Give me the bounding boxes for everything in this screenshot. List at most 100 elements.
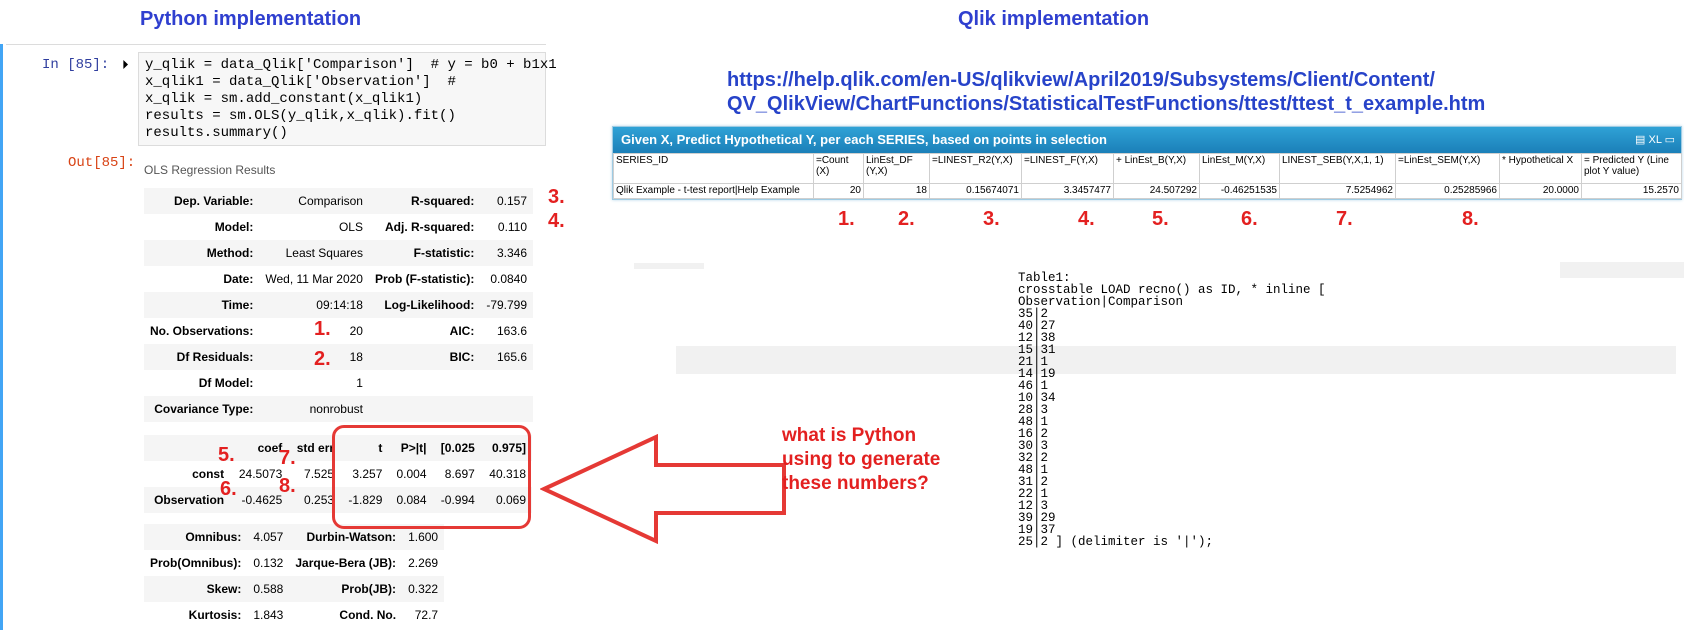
- qlik-cell[interactable]: 24.507292: [1113, 183, 1200, 199]
- qlik-column-header[interactable]: * Hypothetical X: [1499, 153, 1582, 184]
- summary-label: F-statistic:: [413, 246, 475, 260]
- script-line: 31|2: [1018, 475, 1049, 489]
- script-line: 12|3: [1018, 499, 1049, 513]
- diagnostics-label: Prob(Omnibus):: [150, 556, 242, 570]
- diagnostics-value: 0.132: [253, 556, 284, 570]
- qlik-column-header[interactable]: + LinEst_B(Y,X): [1113, 153, 1200, 184]
- script-line: 15|31: [1018, 343, 1056, 357]
- diagnostics-label: Skew:: [206, 582, 242, 596]
- annotation-1: 1.: [314, 318, 331, 340]
- code-line: results = sm.OLS(y_qlik,x_qlik).fit(): [145, 108, 456, 124]
- qlik-number-1: 1.: [838, 208, 855, 230]
- qlik-cell[interactable]: Qlik Example - t-test report|Help Exampl…: [613, 183, 814, 199]
- diagnostics-value: 2.269: [408, 556, 439, 570]
- summary-row: Model: OLS Adj. R-squared: 0.110: [144, 214, 533, 240]
- help-link[interactable]: https://help.qlik.com/en-US/qlikview/Apr…: [727, 68, 1485, 116]
- diagnostics-label: Omnibus:: [185, 530, 242, 544]
- qlik-number-6: 6.: [1241, 208, 1258, 230]
- qlik-column-header[interactable]: = Predicted Y (Line plot Y value): [1581, 153, 1682, 184]
- qlik-cell[interactable]: 0.15674071: [929, 183, 1022, 199]
- qlik-column-header[interactable]: LinEst_M(Y,X): [1199, 153, 1280, 184]
- summary-value: Least Squares: [285, 246, 363, 260]
- xl-export-button[interactable]: XL: [1648, 134, 1661, 146]
- qlik-cell[interactable]: 20: [813, 183, 864, 199]
- diagnostics-label: Kurtosis:: [188, 608, 242, 622]
- qlik-cell[interactable]: 18: [863, 183, 930, 199]
- print-icon[interactable]: ▤: [1635, 134, 1645, 146]
- qlik-data-row: Qlik Example - t-test report|Help Exampl…: [613, 183, 1682, 199]
- qlik-cell[interactable]: 3.3457477: [1021, 183, 1114, 199]
- help-link-line-1[interactable]: https://help.qlik.com/en-US/qlikview/Apr…: [727, 68, 1485, 92]
- python-heading: Python implementation: [140, 8, 362, 30]
- summary-value: Wed, 11 Mar 2020: [265, 272, 363, 286]
- qlik-column-header[interactable]: =LINEST_R2(Y,X): [929, 153, 1022, 184]
- summary-value: [480, 396, 533, 422]
- summary-row: Dep. Variable: Comparison R-squared: 0.157: [144, 188, 534, 214]
- load-script: Table1: crosstable LOAD recno() as ID, * …: [1018, 272, 1326, 549]
- diagnostics-label: Cond. No.: [339, 608, 397, 622]
- script-line: 25|2 ] (delimiter is '|');: [1018, 535, 1214, 549]
- code-line: x_qlik1 = data_Qlik['Observation'] #: [145, 74, 456, 90]
- diagnostics-row: Skew: 0.588 Prob(JB): 0.322: [144, 576, 445, 602]
- summary-row: Covariance Type: nonrobust: [144, 396, 534, 422]
- annotation-7: 7.: [279, 447, 296, 469]
- ghost-band: [634, 263, 704, 269]
- annotation-4: 4.: [548, 210, 565, 232]
- help-link-line-2[interactable]: QV_QlikView/ChartFunctions/StatisticalTe…: [727, 92, 1485, 116]
- annotation-3: 3.: [548, 186, 565, 208]
- step-run-icon[interactable]: ⏵: [122, 57, 129, 73]
- code-line: results.summary(): [145, 125, 288, 141]
- diagnostics-value: 1.843: [253, 608, 284, 622]
- summary-label: Time:: [221, 298, 254, 312]
- summary-row: Date: Wed, 11 Mar 2020 Prob (F-statistic):…: [144, 266, 533, 292]
- code-line: x_qlik = sm.add_constant(x_qlik1): [145, 91, 423, 107]
- code-line: y_qlik = data_Qlik['Comparison'] # y = b…: [145, 57, 557, 73]
- script-line: 48|1: [1018, 463, 1049, 477]
- script-line: 22|1: [1018, 487, 1049, 501]
- summary-row: Df Residuals: 18 BIC: 165.6: [144, 344, 534, 370]
- highlight-box: [332, 425, 531, 529]
- summary-label: Method:: [206, 246, 254, 260]
- qlik-column-header[interactable]: LinEst_DF (Y,X): [863, 153, 930, 184]
- qlik-number-2: 2.: [898, 208, 915, 230]
- diagnostics-value: 0.588: [253, 582, 284, 596]
- script-line: 14|19: [1018, 367, 1056, 381]
- summary-row: No. Observations: 20 AIC: 163.6: [144, 318, 533, 344]
- qlik-cell[interactable]: 0.25285966: [1395, 183, 1500, 199]
- summary-row: Time: 09:14:18 Log-Likelihood: -79.799: [144, 292, 534, 318]
- qlik-table-title-text: Given X, Predict Hypothetical Y, per eac…: [621, 132, 1107, 147]
- script-line: 32|2: [1018, 451, 1049, 465]
- qlik-number-5: 5.: [1152, 208, 1169, 230]
- summary-label: Model:: [214, 220, 254, 234]
- qlik-cell[interactable]: 15.2570: [1581, 183, 1682, 199]
- annotation-5: 5.: [218, 444, 235, 466]
- diagnostics-value: 4.057: [253, 530, 284, 544]
- code-editor[interactable]: y_qlik = data_Qlik['Comparison'] # y = b…: [138, 52, 557, 146]
- summary-label: [369, 396, 480, 422]
- summary-label: Date:: [223, 272, 254, 286]
- summary-table: Dep. Variable: Comparison R-squared: 0.157 M…: [144, 188, 534, 422]
- qlik-cell[interactable]: 7.5254962: [1279, 183, 1396, 199]
- summary-label: Df Residuals:: [176, 350, 254, 364]
- qlik-table-title: Given X, Predict Hypothetical Y, per eac…: [613, 127, 1681, 153]
- script-line: 40|27: [1018, 319, 1056, 333]
- summary-value: 0.110: [497, 220, 528, 234]
- summary-label: Log-Likelihood:: [384, 298, 475, 312]
- qlik-cell[interactable]: 20.0000: [1499, 183, 1582, 199]
- question-text: what is Python using to generate these n…: [782, 424, 940, 496]
- summary-label: R-squared:: [410, 194, 475, 208]
- summary-value: 165.6: [497, 350, 528, 364]
- qlik-number-3: 3.: [983, 208, 1000, 230]
- qlik-column-header[interactable]: LINEST_SEB(Y,X,1, 1): [1279, 153, 1396, 184]
- qlik-cell[interactable]: -0.46251535: [1199, 183, 1280, 199]
- diagnostics-table: Omnibus: 4.057 Durbin-Watson: 1.600 Prob(Omn…: [144, 524, 445, 628]
- minimize-icon[interactable]: ▭: [1665, 134, 1675, 146]
- ghost-band: [1560, 262, 1684, 278]
- qlik-column-header[interactable]: =Count (X): [813, 153, 864, 184]
- qlik-column-header[interactable]: =LINEST_F(Y,X): [1021, 153, 1114, 184]
- summary-value: [480, 370, 533, 396]
- qlik-column-header[interactable]: =LinEst_SEM(Y,X): [1395, 153, 1500, 184]
- qlik-column-header[interactable]: SERIES_ID: [613, 153, 814, 184]
- annotation-8: 8.: [279, 475, 296, 497]
- summary-row: Df Model: 1: [144, 370, 533, 396]
